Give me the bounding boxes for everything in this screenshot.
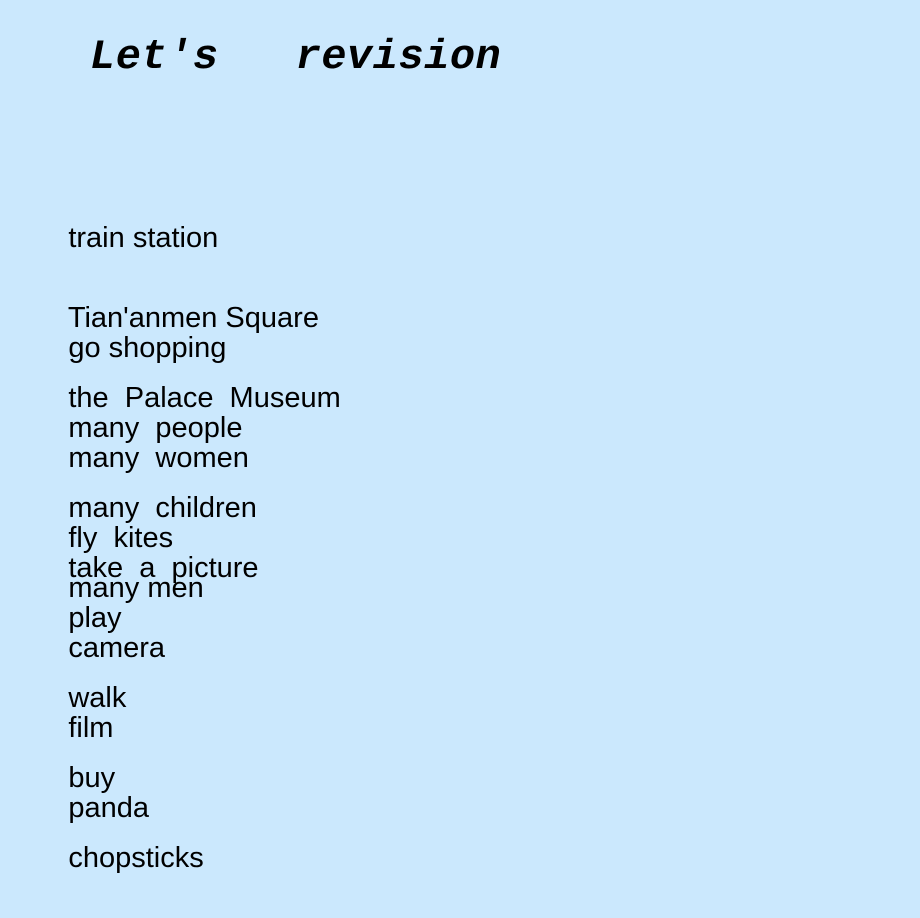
word-go-shopping: go shopping [68, 332, 227, 364]
word-many-women: many women [68, 442, 249, 474]
vocabulary-list: train station Tian'anmen Square the Pala… [0, 178, 920, 874]
slide-canvas: Let's revision train station Tian'anmen … [0, 0, 920, 874]
word-camera: camera [68, 632, 166, 664]
word-take-a-picture: take a picture [68, 552, 259, 584]
word-panda: panda [68, 792, 149, 824]
word-chopsticks: chopsticks [68, 842, 204, 874]
word-film: film [68, 712, 114, 744]
word-row-2: go shopping many people many children ma… [0, 288, 920, 604]
word-row-4: take a picture camera film panda [0, 508, 920, 824]
page-title: Let's revision [90, 33, 502, 81]
word-row-1: train station Tian'anmen Square the Pala… [0, 178, 920, 414]
word-row-3: many women fly kites play walk buy chops… [0, 398, 920, 874]
word-train-station: train station [68, 222, 219, 254]
